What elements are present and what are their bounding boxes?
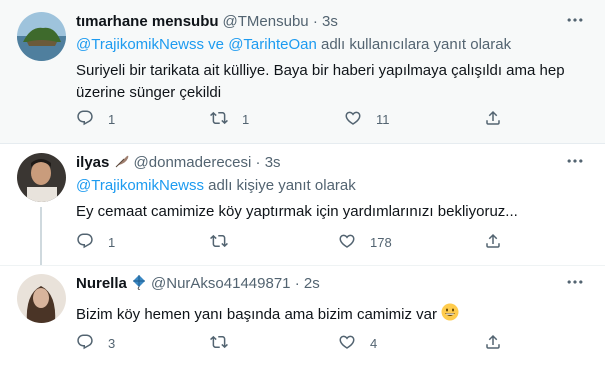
mention-link[interactable]: @TarihteOan: [228, 36, 317, 53]
retweet-button[interactable]: [210, 232, 242, 252]
timestamp[interactable]: 2s: [304, 275, 320, 292]
avatar[interactable]: [17, 153, 66, 202]
reply-icon: [76, 232, 94, 253]
tweet-text-line: Bizim köy hemen yanı başında ama bizim c…: [76, 306, 437, 323]
retweet-button[interactable]: [210, 333, 242, 353]
grinning-face-icon: [441, 303, 459, 328]
reply-button[interactable]: 3: [76, 333, 115, 353]
avatar[interactable]: [17, 12, 66, 61]
separator-dot: ·: [294, 275, 300, 292]
separator-dot: ·: [255, 154, 261, 171]
retweet-button[interactable]: 1: [210, 109, 249, 129]
reply-count: 1: [108, 111, 116, 127]
tweet-1[interactable]: tımarhane mensubu @TMensubu · 3s @Trajiko…: [0, 0, 605, 144]
like-button[interactable]: 11: [344, 109, 390, 129]
retweet-icon: [210, 109, 228, 130]
reply-count: 1: [108, 234, 116, 250]
reply-suffix: adlı kişiye yanıt olarak: [204, 177, 356, 194]
reply-button[interactable]: 1: [76, 109, 115, 129]
user-handle[interactable]: @NurAkso41449871: [151, 275, 290, 292]
mention-link[interactable]: @TrajikomikNewss: [76, 177, 204, 194]
display-name[interactable]: Nurella: [76, 275, 127, 292]
like-count: 4: [370, 335, 378, 351]
share-button[interactable]: [484, 232, 502, 252]
display-name[interactable]: tımarhane mensubu: [76, 13, 219, 30]
reply-context: @TrajikomikNewss adlı kişiye yanıt olara…: [76, 176, 591, 196]
tweet-2[interactable]: ilyas @donmaderecesi · 3s @TrajikomikNew…: [0, 145, 605, 265]
reply-icon: [76, 109, 94, 130]
user-handle[interactable]: @TMensubu: [223, 13, 309, 30]
retweet-icon: [210, 232, 228, 253]
share-icon: [484, 109, 502, 130]
share-button[interactable]: [484, 333, 502, 353]
like-count: 178: [370, 234, 392, 250]
like-button[interactable]: 4: [338, 333, 377, 353]
mention-link[interactable]: @TrajikomikNewss: [76, 36, 204, 53]
display-name[interactable]: ilyas: [76, 154, 109, 171]
more-icon[interactable]: [565, 151, 587, 173]
more-icon[interactable]: [565, 10, 587, 32]
feather-icon: [114, 153, 130, 175]
tweet-text-line: Suriyeli bir tarikata ait külliye. Baya …: [76, 62, 565, 79]
tweet-3[interactable]: Nurella @NurAkso41449871 · 2s Bizim köy …: [0, 265, 605, 367]
reply-icon: [76, 333, 94, 354]
retweet-count: 1: [242, 111, 250, 127]
tweet-text-line: üzerine sünger çekildi: [76, 84, 222, 101]
share-icon: [484, 232, 502, 253]
tweet-text: Bizim köy hemen yanı başında ama bizim c…: [76, 303, 591, 328]
like-count: 11: [376, 111, 390, 127]
tweet-header: tımarhane mensubu @TMensubu · 3s: [76, 12, 591, 32]
like-icon: [344, 109, 362, 130]
tweet-text: Ey cemaat camimize köy yaptırmak için ya…: [76, 201, 591, 223]
reply-joiner: ve: [204, 36, 229, 53]
reply-context: @TrajikomikNewss ve @TarihteOan adlı kul…: [76, 35, 591, 55]
tweet-text-line: Ey cemaat camimize köy yaptırmak için ya…: [76, 203, 518, 220]
retweet-icon: [210, 333, 228, 354]
like-icon: [338, 333, 356, 354]
avatar[interactable]: [17, 274, 66, 323]
like-icon: [338, 232, 356, 253]
tweet-header: Nurella @NurAkso41449871 · 2s: [76, 274, 591, 294]
more-icon[interactable]: [565, 272, 587, 294]
tweet-header: ilyas @donmaderecesi · 3s: [76, 153, 591, 173]
like-button[interactable]: 178: [338, 232, 392, 252]
timestamp[interactable]: 3s: [265, 154, 281, 171]
reply-count: 3: [108, 335, 116, 351]
timestamp[interactable]: 3s: [322, 13, 338, 30]
kite-icon: [131, 274, 147, 296]
reply-button[interactable]: 1: [76, 232, 115, 252]
reply-suffix: adlı kullanıcılara yanıt olarak: [316, 36, 512, 53]
thread-line: [40, 207, 42, 265]
user-handle[interactable]: @donmaderecesi: [134, 154, 252, 171]
share-button[interactable]: [484, 109, 502, 129]
separator-dot: ·: [312, 13, 318, 30]
share-icon: [484, 333, 502, 354]
tweet-text: Suriyeli bir tarikata ait külliye. Baya …: [76, 60, 591, 104]
